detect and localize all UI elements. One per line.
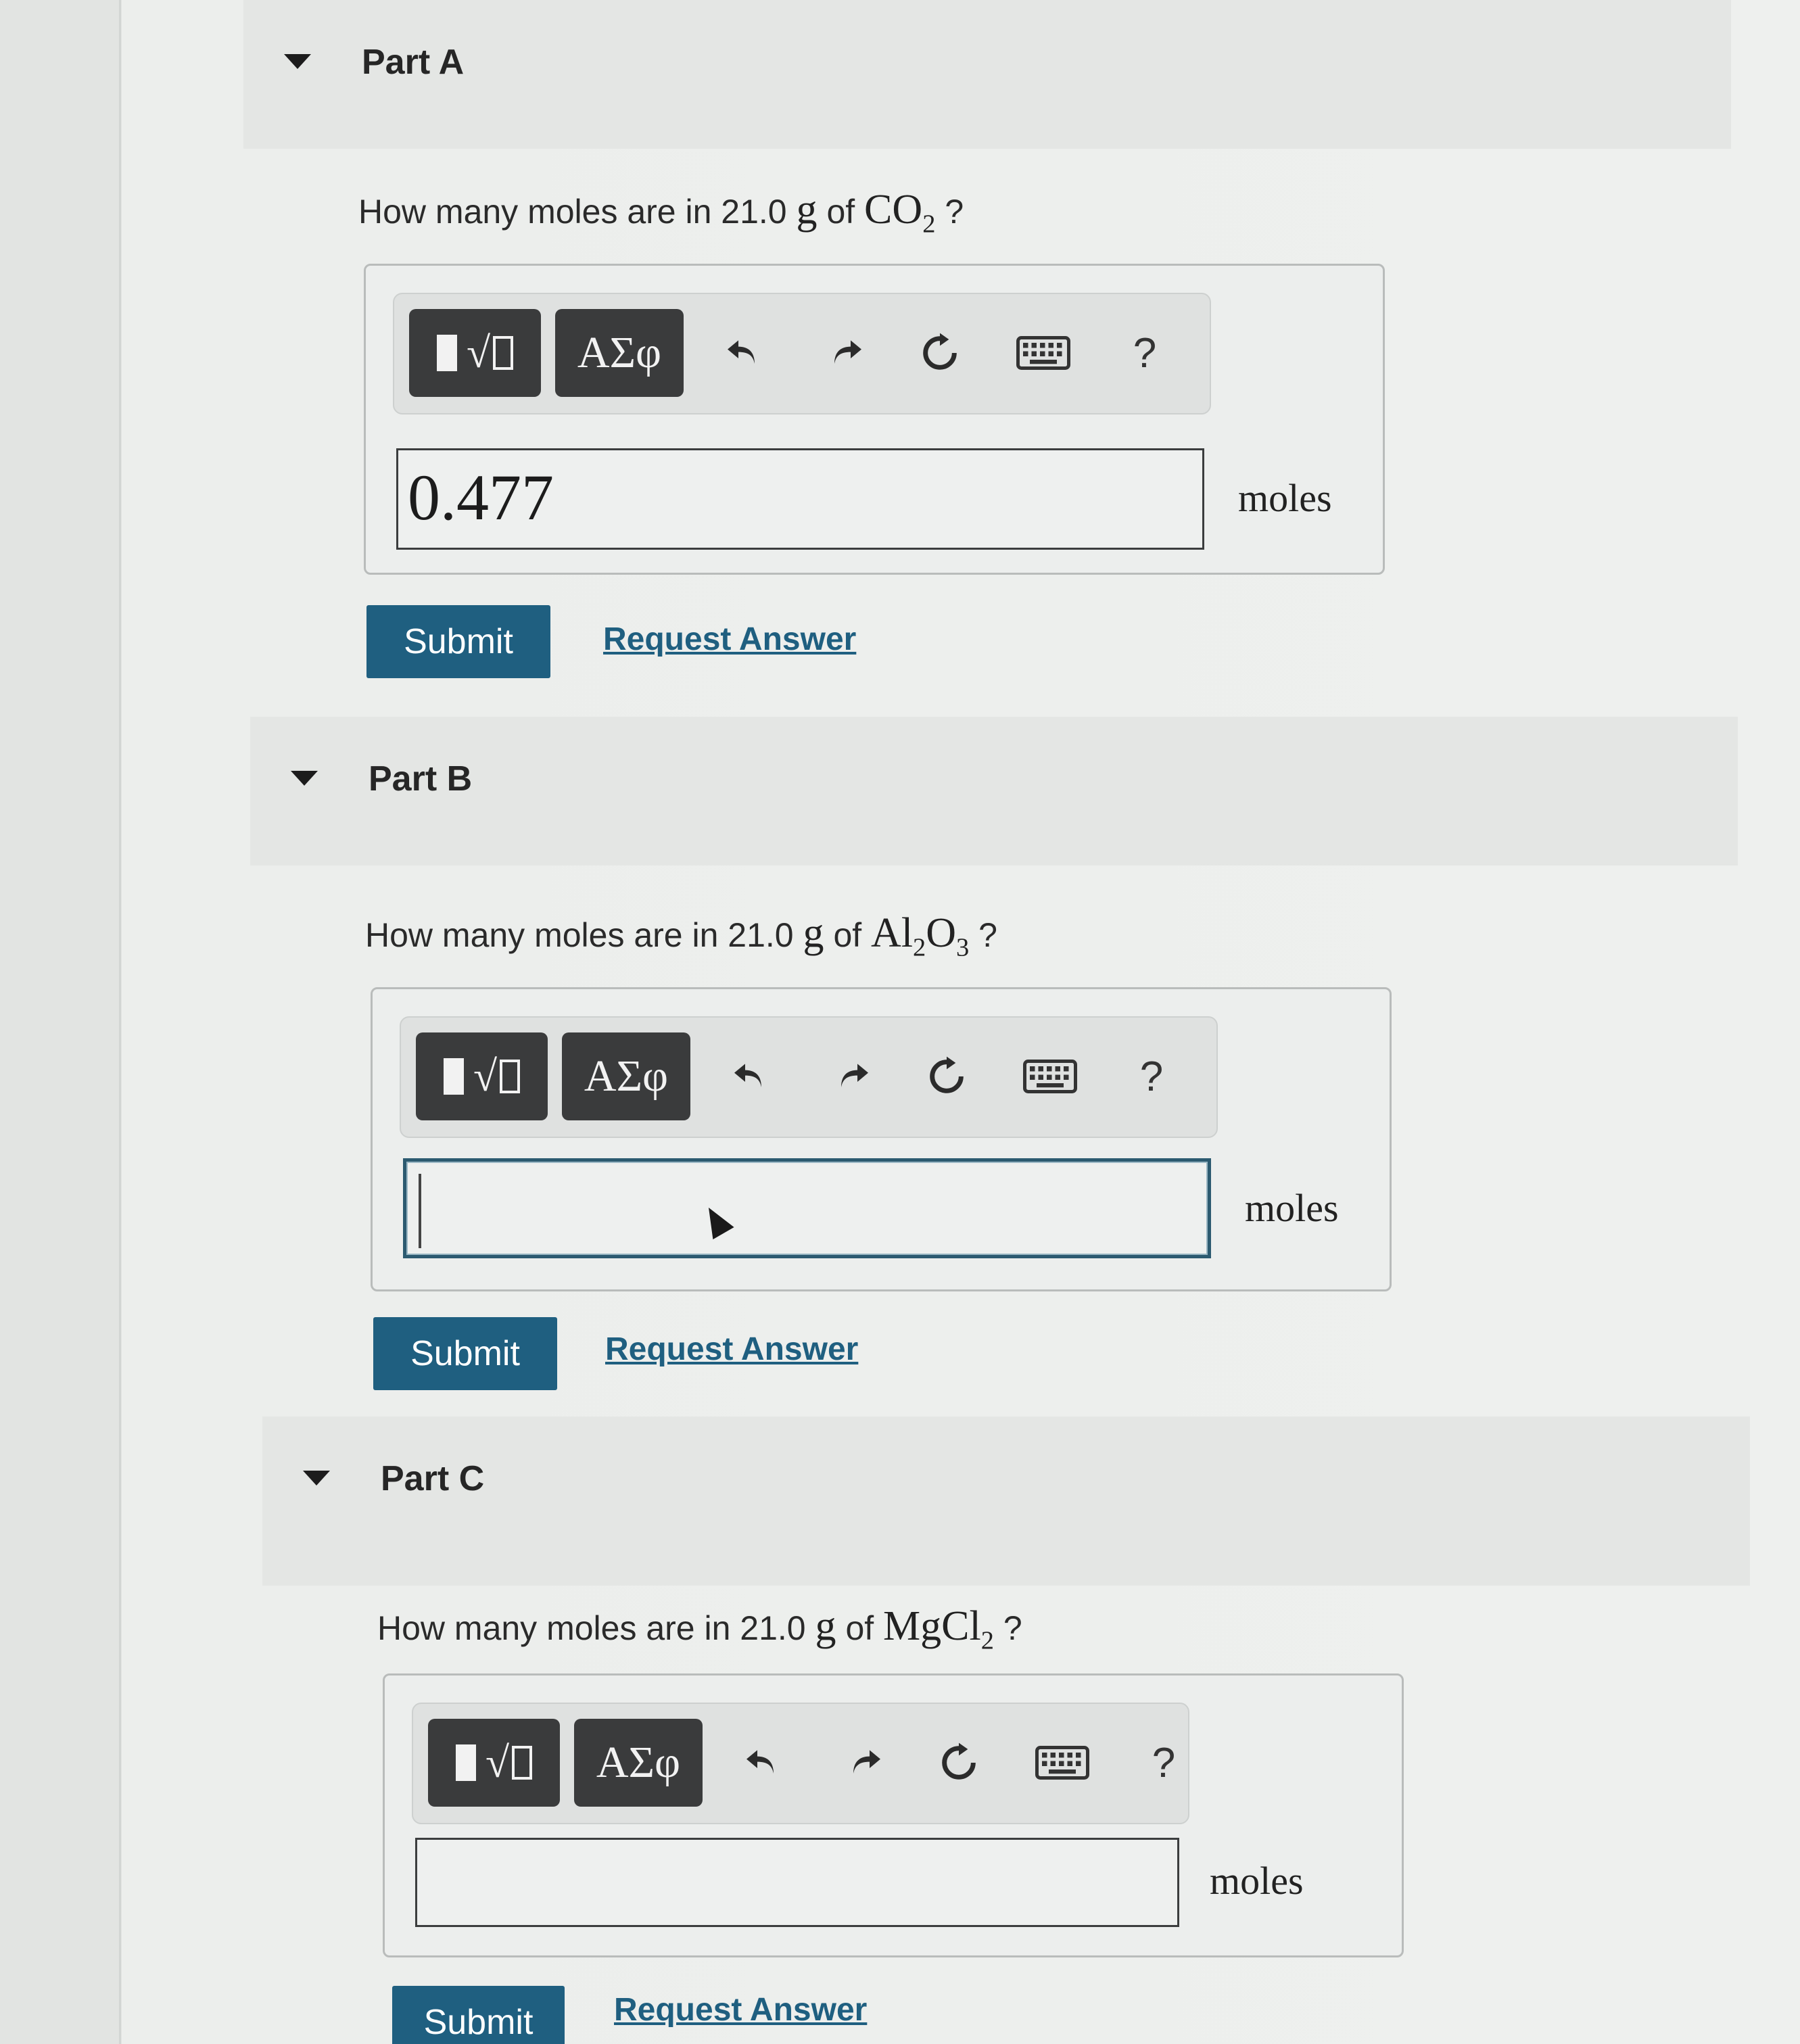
answer-input[interactable] [415,1838,1179,1927]
question-mark: ? [978,916,997,954]
units-label: moles [1238,476,1332,520]
answer-box: √ ΑΣφ ? moles [383,1673,1404,1957]
templates-button[interactable]: √ [409,309,541,397]
chemical-formula: Al2O3 [871,910,969,961]
answer-input[interactable] [403,1158,1211,1258]
redo-icon[interactable] [827,1719,901,1807]
placeholder-square-icon [436,335,457,371]
redo-icon[interactable] [808,309,882,397]
help-icon[interactable]: ? [1127,1719,1201,1807]
keyboard-icon[interactable] [1018,1719,1106,1807]
formula-main-2: O [926,910,957,956]
request-answer-link[interactable]: Request Answer [605,1331,858,1368]
help-icon[interactable]: ? [1108,309,1182,397]
submit-button[interactable]: Submit [373,1317,557,1390]
answer-box: √ ΑΣφ ? moles [371,987,1392,1291]
part-a-header[interactable]: Part A [243,0,1731,149]
submit-button[interactable]: Submit [366,605,550,678]
question-text: How many moles are in 21.0 g of MgCl2 ? [377,1602,1022,1655]
formula-main: CO [864,187,923,233]
templates-icon: √ [473,1052,498,1100]
templates-icon: √ [485,1738,510,1786]
question-mark: ? [945,193,964,231]
box-icon [500,1060,521,1093]
question-of: of [826,193,855,231]
greek-symbols-button[interactable]: ΑΣφ [574,1719,703,1807]
greek-symbols-button[interactable]: ΑΣφ [555,309,684,397]
formula-subscript-2: 3 [956,933,970,962]
page: Part A How many moles are in 21.0 g of C… [0,0,1800,2044]
units-label: moles [1245,1186,1339,1230]
redo-icon[interactable] [815,1032,889,1120]
reset-icon[interactable] [909,1032,984,1120]
box-icon [512,1746,533,1780]
templates-icon: √ [466,329,491,377]
answer-box: √ ΑΣφ ? 0.477 moles [364,264,1385,575]
collapse-caret-icon[interactable] [284,54,311,69]
part-c-header[interactable]: Part C [262,1417,1750,1586]
templates-button[interactable]: √ [428,1719,560,1807]
math-toolbar: √ ΑΣφ ? [400,1016,1218,1138]
formula-subscript: 2 [922,210,936,239]
math-toolbar: √ ΑΣφ ? [393,293,1211,414]
question-prefix: How many moles are in 21.0 [358,193,787,231]
question-unit: g [815,1603,836,1649]
math-toolbar: √ ΑΣφ ? [412,1703,1189,1824]
text-cursor [419,1174,421,1248]
part-title: Part B [369,759,473,799]
question-unit: g [803,910,824,956]
question-prefix: How many moles are in 21.0 [377,1609,806,1647]
question-text: How many moles are in 21.0 g of CO2 ? [358,186,964,239]
keyboard-icon[interactable] [999,309,1087,397]
left-divider [119,0,121,2044]
question-of: of [845,1609,874,1647]
box-icon [493,336,514,370]
greek-symbols-button[interactable]: ΑΣφ [562,1032,690,1120]
undo-icon[interactable] [707,309,781,397]
part-title: Part A [362,43,465,82]
formula-subscript: 2 [913,933,926,962]
part-title: Part C [381,1459,485,1498]
templates-button[interactable]: √ [416,1032,548,1120]
collapse-caret-icon[interactable] [303,1471,330,1486]
reset-icon[interactable] [922,1719,996,1807]
placeholder-square-icon [443,1058,464,1095]
request-answer-link[interactable]: Request Answer [614,1991,867,2028]
units-label: moles [1210,1859,1304,1903]
formula-main: Al [871,910,914,956]
placeholder-square-icon [455,1744,476,1781]
question-mark: ? [1003,1609,1022,1647]
question-prefix: How many moles are in 21.0 [365,916,794,954]
part-b-header[interactable]: Part B [250,717,1738,865]
question-unit: g [796,187,818,233]
formula-subscript: 2 [980,1626,994,1655]
chemical-formula: CO2 [864,187,935,238]
undo-icon[interactable] [726,1719,800,1807]
answer-input[interactable]: 0.477 [396,448,1204,550]
request-answer-link[interactable]: Request Answer [603,621,856,658]
help-icon[interactable]: ? [1114,1032,1189,1120]
submit-button[interactable]: Submit [392,1986,565,2044]
collapse-caret-icon[interactable] [291,771,318,786]
undo-icon[interactable] [713,1032,788,1120]
formula-main: MgCl [883,1603,981,1649]
keyboard-icon[interactable] [1006,1032,1094,1120]
question-of: of [833,916,862,954]
question-text: How many moles are in 21.0 g of Al2O3 ? [365,909,997,962]
reset-icon[interactable] [903,309,977,397]
chemical-formula: MgCl2 [883,1603,994,1655]
